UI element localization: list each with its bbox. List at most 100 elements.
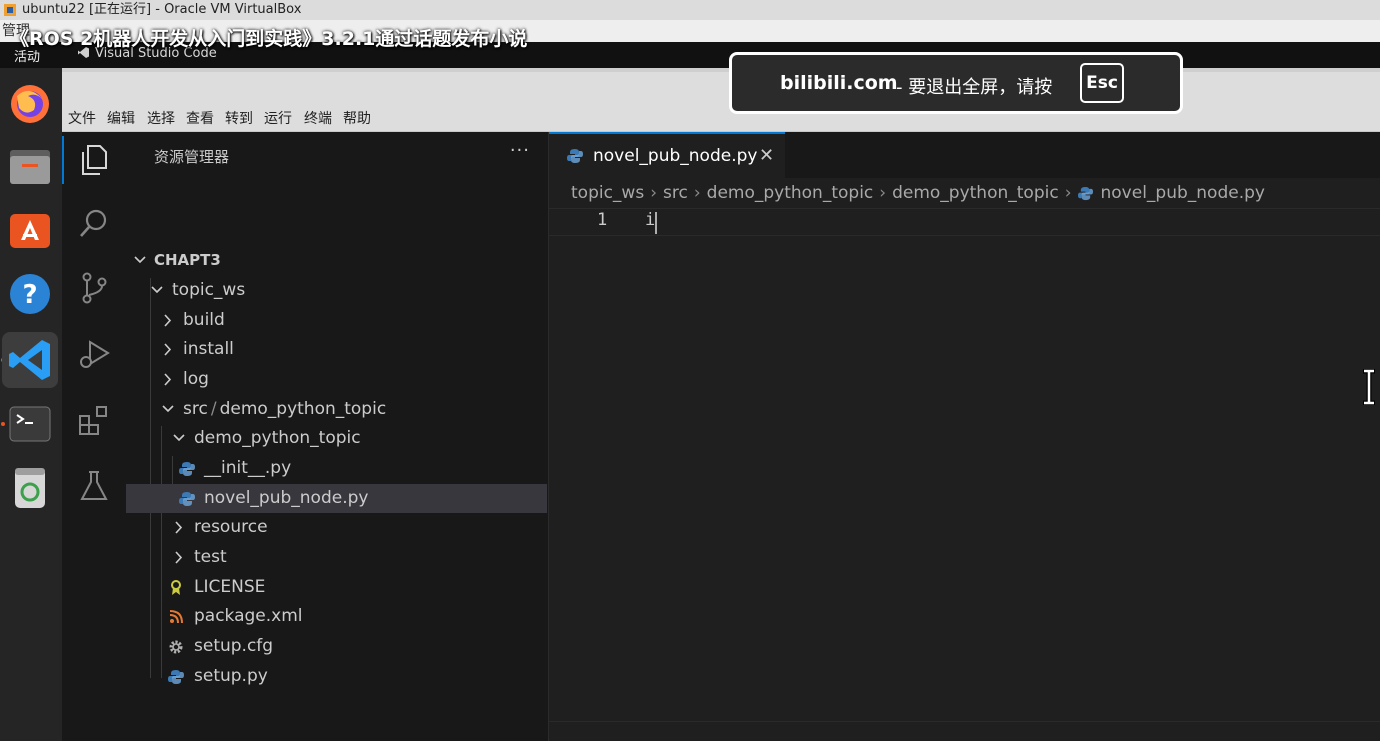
chevron-down-icon <box>134 256 146 264</box>
notice-message: - 要退出全屏，请按 <box>896 77 1053 98</box>
python-file-icon <box>1077 186 1093 200</box>
explorer-icon[interactable] <box>76 142 112 178</box>
chevron-down-icon <box>151 286 163 294</box>
tree-item-label: demo_python_topic <box>194 428 361 448</box>
tree-file-novel-pub-node-py[interactable]: novel_pub_node.py <box>126 484 547 513</box>
help-icon: ? <box>10 274 50 314</box>
esc-key-badge: Esc <box>1080 63 1124 103</box>
video-title-overlay: 《ROS 2机器人开发从入门到实践》3.2.1通过话题发布小说 <box>10 28 528 50</box>
tree-item-label: install <box>183 339 234 359</box>
chevron-right-icon <box>164 314 172 327</box>
dock-files[interactable] <box>8 144 52 188</box>
tree-file-setup-py[interactable]: setup.py <box>126 662 547 691</box>
virtualbox-window-title: ubuntu22 [正在运行] - Oracle VM VirtualBox <box>22 2 302 17</box>
python-file-icon <box>168 670 184 684</box>
menu-run[interactable]: 运行 <box>264 108 292 128</box>
active-view-indicator <box>62 136 64 184</box>
testing-flask-icon[interactable] <box>76 468 112 504</box>
breadcrumb-item[interactable]: topic_ws <box>571 183 644 203</box>
chevron-right-icon <box>175 521 183 534</box>
editor-tab-strip: novel_pub_node.py ✕ <box>549 132 1380 178</box>
tree-folder-src[interactable]: src / demo_python_topic <box>126 395 547 424</box>
compact-folder-separator: / <box>210 399 217 419</box>
breadcrumb-separator: › <box>1064 183 1072 203</box>
tree-folder-log[interactable]: log <box>126 365 547 394</box>
gear-icon <box>169 640 183 654</box>
compact-folder-src: src <box>183 399 208 419</box>
fullscreen-exit-notice: bilibili.com - 要退出全屏，请按 Esc <box>729 52 1183 114</box>
chevron-right-icon <box>164 373 172 386</box>
ibeam-cursor-icon <box>1363 369 1375 405</box>
tree-folder-build[interactable]: build <box>126 306 547 335</box>
python-file-icon <box>179 462 195 476</box>
tree-item-label: src / demo_python_topic <box>183 395 386 424</box>
menu-view[interactable]: 查看 <box>186 108 214 128</box>
source-control-icon[interactable] <box>76 270 112 306</box>
code-line[interactable]: i <box>645 210 655 230</box>
breadcrumb-separator: › <box>879 183 887 203</box>
tab-close-icon[interactable]: ✕ <box>759 145 774 166</box>
license-file-icon <box>171 580 181 595</box>
tree-folder-install[interactable]: install <box>126 335 547 364</box>
breadcrumb-separator: › <box>650 183 658 203</box>
run-debug-icon[interactable] <box>76 336 112 372</box>
chevron-down-icon <box>173 434 185 442</box>
tree-item-label: package.xml <box>194 606 303 626</box>
compact-folder-package: demo_python_topic <box>219 399 387 419</box>
activity-bar <box>62 132 126 741</box>
breadcrumb-item[interactable]: src <box>663 183 688 203</box>
svg-text:?: ? <box>22 280 37 310</box>
tree-folder-resource[interactable]: resource <box>126 513 547 542</box>
search-icon[interactable] <box>76 206 112 242</box>
breadcrumb-separator: › <box>693 183 701 203</box>
tree-item-label: setup.cfg <box>194 636 274 656</box>
tree-file-init-py[interactable]: __init__.py <box>126 454 547 483</box>
virtualbox-logo-icon <box>4 4 16 16</box>
tree-folder-topic-ws[interactable]: topic_ws <box>126 276 547 305</box>
tree-item-label: test <box>194 547 227 567</box>
menu-edit[interactable]: 编辑 <box>107 108 135 128</box>
dock-firefox[interactable] <box>8 82 52 126</box>
ubuntu-dock: ? <box>0 68 62 741</box>
files-icon <box>10 150 50 184</box>
chevron-right-icon <box>164 343 172 356</box>
menu-go[interactable]: 转到 <box>225 108 253 128</box>
dock-trash[interactable] <box>8 466 52 510</box>
text-caret <box>655 212 657 234</box>
menu-help[interactable]: 帮助 <box>343 108 371 128</box>
tree-folder-test[interactable]: test <box>126 543 547 572</box>
firefox-icon <box>11 85 49 123</box>
menu-terminal[interactable]: 终端 <box>304 108 332 128</box>
menu-file[interactable]: 文件 <box>68 108 96 128</box>
virtualbox-title-bar: ubuntu22 [正在运行] - Oracle VM VirtualBox <box>0 0 1380 20</box>
tree-root-chapt3[interactable]: CHAPT3 <box>126 246 547 275</box>
editor-tab-novel-pub-node[interactable]: novel_pub_node.py ✕ <box>549 132 785 178</box>
tree-item-label: topic_ws <box>172 280 246 300</box>
tree-file-package-xml[interactable]: package.xml <box>126 602 547 631</box>
tree-file-setup-cfg[interactable]: setup.cfg <box>126 632 547 661</box>
line-number: 1 <box>597 210 608 230</box>
dock-vscode[interactable] <box>2 332 58 388</box>
dock-terminal[interactable] <box>8 402 52 446</box>
editor-tab-label: novel_pub_node.py <box>593 146 758 166</box>
explorer-more-actions[interactable]: ··· <box>510 140 530 161</box>
chevron-down-icon <box>162 405 174 413</box>
explorer-sidebar: 资源管理器 ··· CHAPT3 topic_ws build install <box>126 132 549 741</box>
breadcrumb-item[interactable]: demo_python_topic <box>892 183 1059 203</box>
dock-help[interactable]: ? <box>8 272 52 316</box>
breadcrumb: topic_ws › src › demo_python_topic › demo_pyth… <box>571 183 1265 203</box>
python-file-icon <box>179 492 195 506</box>
breadcrumb-item[interactable]: novel_pub_node.py <box>1101 183 1265 203</box>
dock-app-center[interactable] <box>8 208 52 252</box>
tree-item-label: LICENSE <box>194 577 266 597</box>
editor-bottom-border <box>549 721 1380 722</box>
extensions-icon[interactable] <box>76 402 112 438</box>
terminal-icon <box>9 406 51 442</box>
tree-file-license[interactable]: LICENSE <box>126 573 547 602</box>
tree-item-label: build <box>183 310 225 330</box>
tree-folder-demo-python-topic[interactable]: demo_python_topic <box>126 424 547 453</box>
breadcrumb-item[interactable]: demo_python_topic <box>707 183 874 203</box>
running-indicator-terminal <box>1 422 5 426</box>
vscode-window: 文件 编辑 选择 查看 转到 运行 终端 帮助 资源管理器 ··· CHAPT3… <box>62 68 1380 741</box>
menu-selection[interactable]: 选择 <box>147 108 175 128</box>
